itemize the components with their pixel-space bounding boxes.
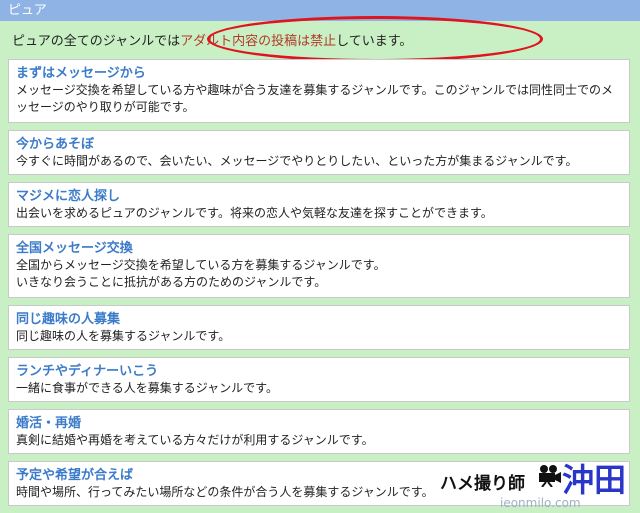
genre-description: 今すぐに時間があるので、会いたい、メッセージでやりとりしたい、といった方が集まる… xyxy=(16,154,578,168)
header-title: ピュア xyxy=(8,3,47,18)
genre-card-marriage[interactable]: 婚活・再婚 真剣に結婚や再婚を考えている方々だけが利用するジャンルです。 xyxy=(8,409,630,454)
genre-list: まずはメッセージから メッセージ交換を希望している方や趣味が合う友達を募集するジ… xyxy=(8,59,630,513)
header-bar: ピュア xyxy=(0,0,640,21)
genre-description-line2: いきなり会うことに抵抗がある方のためのジャンルです。 xyxy=(16,275,327,289)
genre-title[interactable]: ランチやディナーいこう xyxy=(16,363,622,380)
genre-card-same-hobby[interactable]: 同じ趣味の人募集 同じ趣味の人を募集するジャンルです。 xyxy=(8,305,630,350)
intro-text-after: しています。 xyxy=(336,34,413,49)
genre-title[interactable]: 婚活・再婚 xyxy=(16,415,622,432)
intro-warning-text: アダルト内容の投稿は禁止 xyxy=(180,34,337,49)
intro-text-before: ピュアの全てのジャンルでは xyxy=(12,34,181,49)
watermark-kanji: 沖田 xyxy=(562,461,627,499)
genre-title[interactable]: まずはメッセージから xyxy=(16,65,622,82)
genre-card-play-now[interactable]: 今からあそぼ 今すぐに時間があるので、会いたい、メッセージでやりとりしたい、とい… xyxy=(8,130,630,175)
genre-card-serious-partner[interactable]: マジメに恋人探し 出会いを求めるピュアのジャンルです。将来の恋人や気軽な友達を探… xyxy=(8,182,630,227)
camera-icon xyxy=(539,465,561,487)
genre-description: 真剣に結婚や再婚を考えている方々だけが利用するジャンルです。 xyxy=(16,433,374,447)
genre-title[interactable]: 同じ趣味の人募集 xyxy=(16,311,622,328)
genre-description-line1: 全国からメッセージ交換を希望している方を募集するジャンルです。 xyxy=(16,258,386,272)
genre-title[interactable]: マジメに恋人探し xyxy=(16,188,622,205)
watermark: ハメ撮り師 沖田 xyxy=(440,455,640,499)
genre-description: 同じ趣味の人を募集するジャンルです。 xyxy=(16,329,231,343)
genre-card-message-first[interactable]: まずはメッセージから メッセージ交換を希望している方や趣味が合う友達を募集するジ… xyxy=(8,59,630,123)
genre-card-lunch-dinner[interactable]: ランチやディナーいこう 一緒に食事ができる人を募集するジャンルです。 xyxy=(8,357,630,402)
genre-description: 出会いを求めるピュアのジャンルです。将来の恋人や気軽な友達を探すことができます。 xyxy=(16,206,493,220)
genre-title[interactable]: 全国メッセージ交換 xyxy=(16,240,622,257)
watermark-url: ieonmilo.com xyxy=(500,496,581,510)
genre-description: 一緒に食事ができる人を募集するジャンルです。 xyxy=(16,381,278,395)
intro-notice: ピュアの全てのジャンルではアダルト内容の投稿は禁止しています。 xyxy=(12,16,543,62)
genre-card-nationwide-message[interactable]: 全国メッセージ交換 全国からメッセージ交換を希望している方を募集するジャンルです… xyxy=(8,234,630,298)
genre-title[interactable]: 今からあそぼ xyxy=(16,136,622,153)
watermark-name: ハメ撮り師 xyxy=(440,474,525,494)
genre-description: メッセージ交換を希望している方や趣味が合う友達を募集するジャンルです。このジャン… xyxy=(16,83,614,114)
